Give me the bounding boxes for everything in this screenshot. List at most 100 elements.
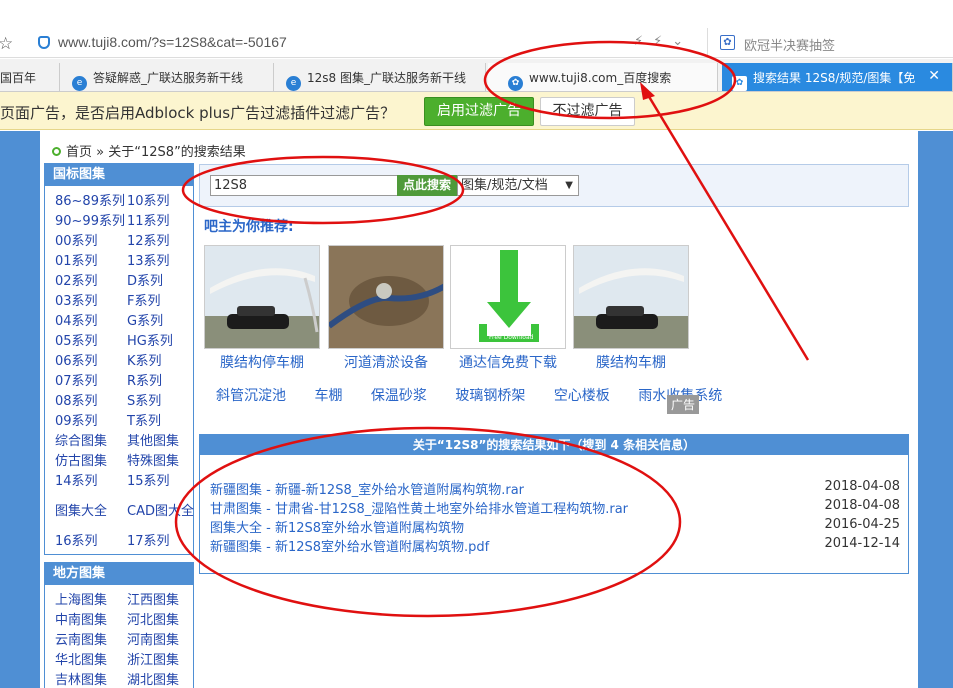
recommend-image-3[interactable]: Free Download [450,245,566,349]
keyword-link[interactable]: 玻璃钢桥架 [455,388,525,404]
site-icon: e [286,76,301,91]
recommend-caption[interactable]: 河道清淤设备 [316,352,456,372]
sidebar-link[interactable]: 华北图集 [55,651,127,671]
sidebar-link[interactable]: 11系列 [127,212,199,232]
sidebar-link[interactable]: 江西图集 [127,591,199,611]
sidebar-link[interactable]: 05系列 [55,332,127,352]
sidebar-title: 国标图集 [45,164,193,186]
star-icon[interactable]: ☆ [0,34,13,54]
sidebar-link[interactable]: 07系列 [55,372,127,392]
recommend-caption[interactable]: 通达信免费下载 [438,352,578,372]
paw-icon: ✿ [720,35,735,50]
close-icon[interactable]: ✕ [928,68,940,84]
browser-search-box[interactable]: ✿ 欧冠半决赛抽签 [707,28,953,58]
sidebar-difang: 地方图集 上海图集 江西图集 中南图集 河北图集 云南图集 河南图集 华北图集 浙江图集 吉林图… [44,562,194,688]
sidebar-link[interactable]: 浙江图集 [127,651,199,671]
dredging-image [329,246,443,348]
sidebar-link[interactable]: 01系列 [55,252,127,272]
search-input[interactable]: 12S8 [210,175,398,196]
sidebar-link[interactable]: 13系列 [127,252,199,272]
sidebar-link[interactable]: 90~99系列 [55,212,127,232]
url-text[interactable]: www.tuji8.com/?s=12S8&cat=-50167 [58,34,287,50]
keyword-link[interactable]: 斜管沉淀池 [216,388,286,404]
sidebar-link[interactable]: 12系列 [127,232,199,252]
shield-icon [38,36,50,49]
disable-filter-button[interactable]: 不过滤广告 [540,97,635,126]
result-date: 2018-04-08 [824,479,900,494]
result-link[interactable]: 图集大全 - 新12S8室外给水管道附属构筑物 [210,517,464,536]
sidebar-link[interactable]: 河南图集 [127,631,199,651]
sidebar-guobiao: 国标图集 86~89系列 10系列 90~99系列 11系列 00系列 12系列 01系列 1… [44,163,194,555]
recommend-caption[interactable]: 膜结构车棚 [561,352,701,372]
sidebar-link[interactable]: T系列 [127,412,199,432]
keyword-link[interactable]: 保温砂浆 [371,388,427,404]
sidebar-link[interactable]: 03系列 [55,292,127,312]
sidebar-link[interactable]: 图集大全 [55,492,127,532]
result-date: 2018-04-08 [824,498,900,513]
keyword-link[interactable]: 车棚 [314,388,342,404]
browser-search-text: 欧冠半决赛抽签 [744,39,836,54]
tab-3[interactable]: e 12s8 图集_广联达服务新干线 [276,63,486,91]
sidebar-link[interactable]: 河北图集 [127,611,199,631]
address-bar[interactable]: ☆ www.tuji8.com/?s=12S8&cat=-50167 ⚡⚡⌄ ✿… [0,28,953,58]
tab-active[interactable]: ✿ 搜索结果 12S8/规范/图集【免 ✕ [722,63,953,91]
sidebar-link[interactable]: 02系列 [55,272,127,292]
enable-filter-button[interactable]: 启用过滤广告 [424,97,534,126]
tab-label: www.tuji8.com_百度搜索 [529,71,672,85]
sidebar-link[interactable]: 10系列 [127,192,199,212]
breadcrumb-home[interactable]: 首页 [66,145,92,160]
sidebar-link[interactable]: 00系列 [55,232,127,252]
result-row: 新疆图集 - 新12S8室外给水管道附属构筑物.pdf 2014-12-14 [210,536,900,556]
sidebar-link[interactable]: D系列 [127,272,199,292]
sidebar-link[interactable]: 86~89系列 [55,192,127,212]
sidebar-link[interactable]: 上海图集 [55,591,127,611]
tab-4[interactable]: ✿ www.tuji8.com_百度搜索 [488,63,718,91]
sidebar-link[interactable]: 仿古图集 [55,452,127,472]
sidebar-link[interactable]: F系列 [127,292,199,312]
sidebar-link[interactable]: 16系列 [55,532,127,552]
sidebar-link[interactable]: 云南图集 [55,631,127,651]
result-date: 2014-12-14 [824,536,900,551]
sidebar-link[interactable]: HG系列 [127,332,199,352]
sidebar-link[interactable]: 14系列 [55,472,127,492]
category-select[interactable]: 图集/规范/文档 ▼ [457,175,579,196]
paw-icon: ✿ [508,76,523,91]
result-link[interactable]: 新疆图集 - 新疆-新12S8_室外给水管道附属构筑物.rar [210,479,524,498]
sidebar-link[interactable]: 04系列 [55,312,127,332]
result-date: 2016-04-25 [824,517,900,532]
tab-label: 国百年 [0,71,37,85]
recommend-image-2[interactable] [328,245,444,349]
breadcrumb: 首页 » 关于“12S8”的搜索结果 [52,141,246,160]
sidebar-link[interactable]: 其他图集 [127,432,199,452]
keyword-link[interactable]: 空心楼板 [554,388,610,404]
sidebar-link[interactable]: G系列 [127,312,199,332]
recommend-caption[interactable]: 膜结构停车棚 [192,352,332,372]
sidebar-link[interactable]: 17系列 [127,532,199,552]
address-bar-icons[interactable]: ⚡⚡⌄ [634,34,693,49]
sidebar-link[interactable]: CAD图大全 [127,492,199,532]
sidebar-link[interactable]: 特殊图集 [127,452,199,472]
result-link[interactable]: 新疆图集 - 新12S8室外给水管道附属构筑物.pdf [210,536,489,555]
sidebar-link[interactable]: 08系列 [55,392,127,412]
result-link[interactable]: 甘肃图集 - 甘肃省-甘12S8_湿陷性黄土地室外给排水管道工程构筑物.rar [210,498,628,517]
sidebar-link[interactable]: 15系列 [127,472,199,492]
sidebar-link[interactable]: R系列 [127,372,199,392]
sidebar-title: 地方图集 [45,563,193,585]
recommend-image-1[interactable] [204,245,320,349]
sidebar-link[interactable]: 06系列 [55,352,127,372]
sidebar-link[interactable]: S系列 [127,392,199,412]
tab-1[interactable]: 国百年 [0,63,60,91]
sidebar-link[interactable]: 吉林图集 [55,671,127,688]
recommend-image-4[interactable] [573,245,689,349]
carport-image [205,246,319,348]
sidebar-link[interactable]: 09系列 [55,412,127,432]
result-row: 图集大全 - 新12S8室外给水管道附属构筑物 2016-04-25 [210,517,900,537]
tab-2[interactable]: e 答疑解惑_广联达服务新干线 [62,63,274,91]
sidebar-link[interactable]: K系列 [127,352,199,372]
ad-badge: 广告 [667,395,700,414]
sidebar-link[interactable]: 湖北图集 [127,671,199,688]
download-label: Free Download [489,334,534,341]
sidebar-link[interactable]: 综合图集 [55,432,127,452]
search-button[interactable]: 点此搜索 [397,175,457,196]
sidebar-link[interactable]: 中南图集 [55,611,127,631]
